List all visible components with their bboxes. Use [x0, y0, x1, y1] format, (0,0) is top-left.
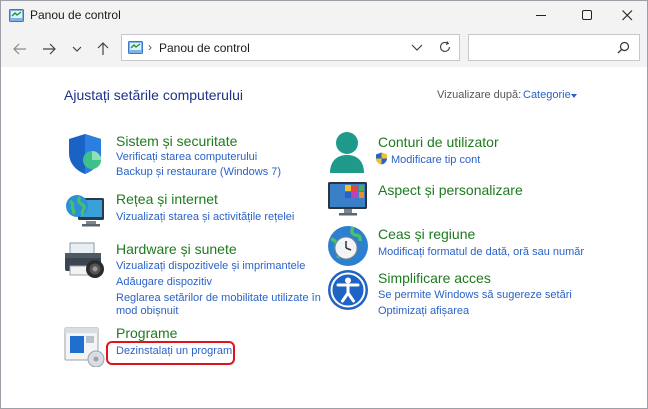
address-bar[interactable]: › Panou de control: [121, 34, 460, 61]
view-by-arrow-icon[interactable]: [571, 94, 577, 98]
link-devices-printers[interactable]: Vizualizați dispozitivele și imprimantel…: [116, 260, 305, 273]
category-title[interactable]: Conturi de utilizator: [378, 134, 499, 150]
category-title[interactable]: Ceas și regiune: [378, 226, 475, 242]
link-change-account-type[interactable]: Modificare tip cont: [391, 154, 480, 167]
highlight-box: [106, 341, 235, 365]
user-icon[interactable]: [327, 131, 369, 173]
page-title: Ajustați setările computerului: [64, 87, 243, 103]
up-button[interactable]: [93, 39, 113, 59]
category-title[interactable]: Rețea și internet: [116, 191, 218, 207]
title-bar: Panou de control: [1, 1, 647, 31]
back-button[interactable]: [10, 39, 30, 59]
monitor-icon[interactable]: [327, 181, 369, 223]
search-input[interactable]: [468, 34, 640, 61]
shield-icon[interactable]: [64, 133, 106, 175]
link-network-status[interactable]: Vizualizați starea și activitățile rețel…: [116, 211, 294, 224]
navigation-bar: › Panou de control: [1, 31, 647, 67]
link-change-date-format[interactable]: Modificați formatul de dată, oră sau num…: [378, 246, 584, 259]
category-title[interactable]: Programe: [116, 325, 177, 341]
programs-icon[interactable]: [64, 325, 106, 368]
category-title[interactable]: Aspect și personalizare: [378, 182, 523, 198]
link-mobility-settings[interactable]: Reglarea setărilor de mobilitate utiliza…: [116, 292, 321, 305]
link-mobility-settings-cont[interactable]: mod obișnuit: [116, 305, 178, 318]
control-panel-icon: [9, 9, 24, 22]
breadcrumb[interactable]: Panou de control: [159, 41, 250, 55]
search-icon[interactable]: [617, 41, 630, 54]
view-by-dropdown[interactable]: Categorie: [523, 89, 571, 101]
link-optimize-display[interactable]: Optimizați afișarea: [378, 305, 469, 318]
minimize-button[interactable]: [520, 1, 562, 29]
view-by-label: Vizualizare după:: [437, 89, 522, 101]
forward-button[interactable]: [39, 39, 59, 59]
network-globe-icon[interactable]: [64, 190, 106, 232]
window-title: Panou de control: [30, 8, 121, 22]
category-title[interactable]: Simplificare acces: [378, 270, 491, 286]
close-button[interactable]: [606, 1, 648, 29]
category-title[interactable]: Hardware și sunete: [116, 241, 237, 257]
maximize-button[interactable]: [566, 1, 608, 29]
link-backup-restore[interactable]: Backup și restaurare (Windows 7): [116, 166, 281, 179]
refresh-icon[interactable]: [438, 40, 452, 54]
link-windows-suggest-settings[interactable]: Se permite Windows să sugereze setări: [378, 289, 572, 302]
category-title[interactable]: Sistem și securitate: [116, 133, 237, 149]
recent-locations-button[interactable]: [67, 39, 87, 59]
chevron-down-icon[interactable]: [410, 40, 424, 54]
accessibility-icon[interactable]: [327, 269, 369, 311]
control-panel-window: Panou de control › Panou de control Ajus…: [0, 0, 648, 409]
printer-icon[interactable]: [64, 241, 106, 283]
breadcrumb-chevron-icon[interactable]: ›: [148, 40, 152, 54]
link-add-device[interactable]: Adăugare dispozitiv: [116, 276, 212, 289]
clock-globe-icon[interactable]: [327, 225, 369, 267]
content-area: Ajustați setările computerului Vizualiza…: [1, 67, 647, 408]
control-panel-icon: [128, 41, 143, 54]
uac-shield-icon: [375, 152, 388, 165]
link-check-computer-status[interactable]: Verificați starea computerului: [116, 151, 257, 164]
